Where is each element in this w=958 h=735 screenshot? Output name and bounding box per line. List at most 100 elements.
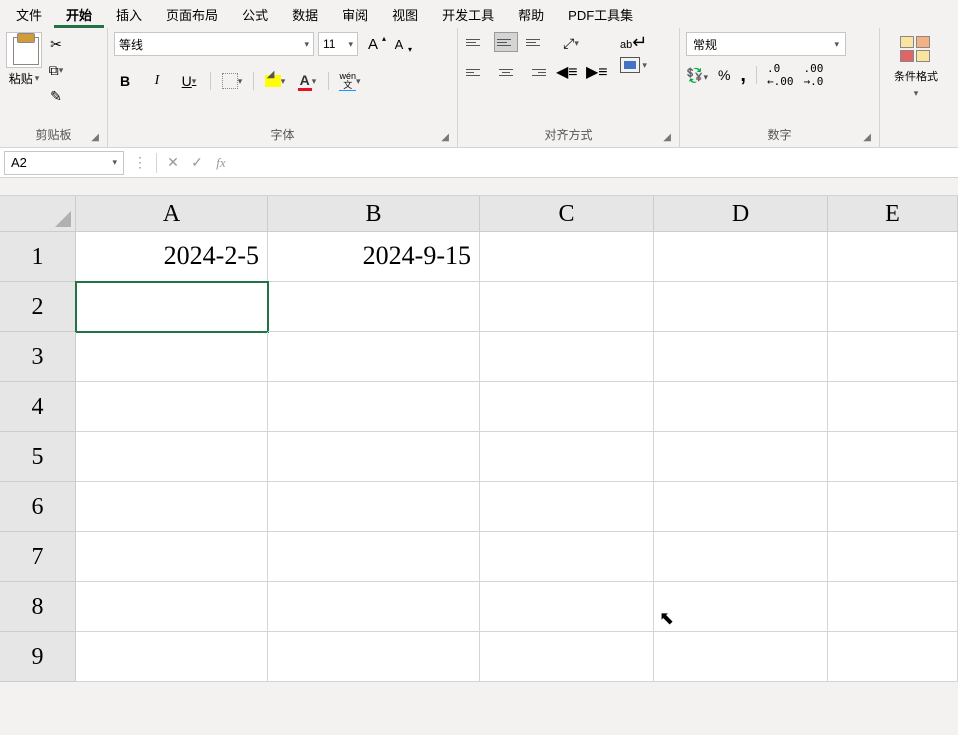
cell-D4[interactable] [654, 382, 828, 432]
insert-function-button[interactable]: fx [209, 151, 233, 175]
cell-D9[interactable] [654, 632, 828, 682]
cell-E8[interactable] [828, 582, 958, 632]
cell-D3[interactable] [654, 332, 828, 382]
formula-more-icon[interactable]: ⋮ [128, 151, 152, 175]
number-launcher-icon[interactable]: ◢ [863, 132, 871, 143]
italic-button[interactable]: I [146, 70, 168, 92]
formula-enter-button[interactable]: ✓ [185, 151, 209, 175]
menu-file[interactable]: 文件 [4, 1, 54, 28]
cell-A2[interactable] [76, 282, 268, 332]
cell-A4[interactable] [76, 382, 268, 432]
menu-pdf-tools[interactable]: PDF工具集 [556, 1, 645, 28]
cell-C4[interactable] [480, 382, 654, 432]
font-shrink-button[interactable]: A [388, 37, 410, 52]
column-header-B[interactable]: B [268, 196, 480, 232]
cell-B9[interactable] [268, 632, 480, 682]
row-header-1[interactable]: 1 [0, 232, 76, 282]
cell-C1[interactable] [480, 232, 654, 282]
align-top-button[interactable] [464, 32, 488, 52]
formula-input[interactable] [233, 151, 958, 175]
cell-E3[interactable] [828, 332, 958, 382]
alignment-launcher-icon[interactable]: ◢ [663, 132, 671, 143]
menu-data[interactable]: 数据 [280, 1, 330, 28]
cell-D8[interactable] [654, 582, 828, 632]
column-header-A[interactable]: A [76, 196, 268, 232]
align-bottom-button[interactable] [524, 32, 548, 52]
align-right-button[interactable] [524, 62, 548, 82]
cell-A3[interactable] [76, 332, 268, 382]
conditional-format-button[interactable]: 条件格式 ▾ [886, 32, 946, 103]
row-header-7[interactable]: 7 [0, 532, 76, 582]
cut-button[interactable]: ✂ [46, 34, 66, 54]
row-header-5[interactable]: 5 [0, 432, 76, 482]
menu-developer[interactable]: 开发工具 [430, 1, 506, 28]
cell-A7[interactable] [76, 532, 268, 582]
cell-C8[interactable] [480, 582, 654, 632]
row-header-6[interactable]: 6 [0, 482, 76, 532]
select-all-corner[interactable] [0, 196, 76, 232]
cell-B8[interactable] [268, 582, 480, 632]
paste-icon[interactable] [6, 32, 42, 68]
align-middle-button[interactable] [494, 32, 518, 52]
cell-B7[interactable] [268, 532, 480, 582]
cell-B6[interactable] [268, 482, 480, 532]
merge-cells-button[interactable]: ▾ [620, 57, 647, 73]
cell-D7[interactable] [654, 532, 828, 582]
percent-format-button[interactable]: % [718, 67, 730, 83]
menu-page-layout[interactable]: 页面布局 [154, 1, 230, 28]
column-header-E[interactable]: E [828, 196, 958, 232]
menu-formulas[interactable]: 公式 [230, 1, 280, 28]
cell-B5[interactable] [268, 432, 480, 482]
border-button[interactable]: ▾ [221, 70, 243, 92]
clipboard-launcher-icon[interactable]: ◢ [91, 132, 99, 143]
column-header-C[interactable]: C [480, 196, 654, 232]
number-format-combo[interactable]: 常规▾ [686, 32, 846, 56]
column-header-D[interactable]: D [654, 196, 828, 232]
wrap-text-button[interactable]: ab↵ [620, 32, 647, 53]
menu-review[interactable]: 审阅 [330, 1, 380, 28]
fill-color-button[interactable]: ▾ [264, 70, 286, 92]
phonetic-button[interactable]: wén文▾ [339, 70, 361, 92]
row-header-3[interactable]: 3 [0, 332, 76, 382]
row-header-9[interactable]: 9 [0, 632, 76, 682]
cell-E6[interactable] [828, 482, 958, 532]
cell-C6[interactable] [480, 482, 654, 532]
formula-cancel-button[interactable]: ✕ [161, 151, 185, 175]
cell-D2[interactable] [654, 282, 828, 332]
decrease-decimal-button[interactable]: .00→.0 [803, 62, 823, 88]
cell-E5[interactable] [828, 432, 958, 482]
font-name-combo[interactable]: 等线▾ [114, 32, 314, 56]
indent-decrease-button[interactable]: ◀≡ [554, 62, 578, 82]
copy-button[interactable]: ⧉▾ [46, 60, 66, 80]
cell-D1[interactable] [654, 232, 828, 282]
paste-button[interactable]: 粘贴▾ [9, 70, 40, 87]
cell-B1[interactable]: 2024-9-15 [268, 232, 480, 282]
cell-B2[interactable] [268, 282, 480, 332]
cell-D6[interactable] [654, 482, 828, 532]
cell-E2[interactable] [828, 282, 958, 332]
font-launcher-icon[interactable]: ◢ [441, 132, 449, 143]
font-color-button[interactable]: A▾ [296, 70, 318, 92]
font-size-combo[interactable]: 11▾ [318, 32, 358, 56]
cell-C2[interactable] [480, 282, 654, 332]
cell-D5[interactable] [654, 432, 828, 482]
increase-decimal-button[interactable]: .0←.00 [767, 62, 794, 88]
accounting-format-button[interactable]: 💱▾ [686, 67, 708, 84]
cell-E1[interactable] [828, 232, 958, 282]
format-painter-button[interactable]: ✎ [46, 86, 66, 106]
cell-A1[interactable]: 2024-2-5 [76, 232, 268, 282]
cell-C3[interactable] [480, 332, 654, 382]
menu-insert[interactable]: 插入 [104, 1, 154, 28]
orientation-button[interactable]: ⤢▾ [560, 32, 582, 54]
comma-format-button[interactable]: , [740, 64, 746, 87]
name-box[interactable]: A2▾ [4, 151, 124, 175]
underline-button[interactable]: U▾ [178, 70, 200, 92]
cell-A8[interactable] [76, 582, 268, 632]
row-header-4[interactable]: 4 [0, 382, 76, 432]
menu-help[interactable]: 帮助 [506, 1, 556, 28]
cell-A5[interactable] [76, 432, 268, 482]
cell-E9[interactable] [828, 632, 958, 682]
cell-C9[interactable] [480, 632, 654, 682]
font-grow-button[interactable]: A [362, 36, 384, 53]
indent-increase-button[interactable]: ▶≡ [584, 62, 608, 82]
